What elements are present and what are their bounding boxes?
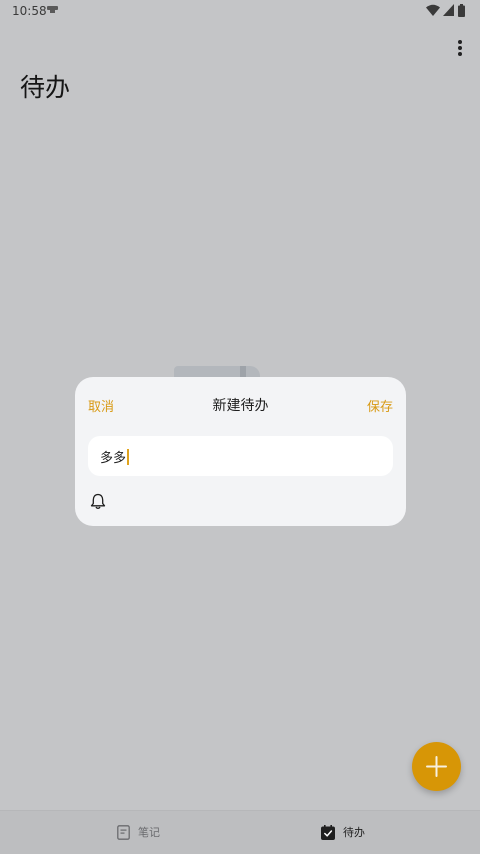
checkbox-icon: [321, 824, 335, 840]
bell-icon[interactable]: [90, 493, 106, 510]
signal-icon: [443, 4, 454, 16]
cancel-button[interactable]: 取消: [88, 396, 114, 415]
wifi-icon: [426, 4, 440, 16]
note-icon: [117, 824, 130, 840]
page-title: 待办: [20, 73, 71, 102]
menu-dot: [458, 52, 462, 56]
status-icons: [426, 4, 470, 17]
plus-icon: [426, 756, 447, 777]
dialog-title: 新建待办: [212, 398, 269, 414]
more-vert-icon[interactable]: [454, 38, 466, 58]
bottom-nav: 笔记 待办: [0, 810, 480, 854]
add-todo-button[interactable]: [412, 742, 461, 791]
status-bar: 10:58: [0, 0, 480, 22]
menu-dot: [458, 46, 462, 50]
tab-todo-label: 待办: [343, 826, 365, 839]
battery-icon: [458, 4, 465, 17]
todo-input[interactable]: 多多: [88, 436, 393, 476]
tab-notes[interactable]: 笔记: [117, 823, 160, 841]
text-caret: [127, 449, 129, 465]
save-button[interactable]: 保存: [367, 396, 393, 415]
tab-todo[interactable]: 待办: [321, 823, 365, 841]
status-time: 10:58: [12, 4, 47, 18]
tab-notes-label: 笔记: [138, 826, 160, 839]
notification-icon: [47, 6, 58, 13]
menu-dot: [458, 40, 462, 44]
todo-input-text: 多多: [100, 451, 127, 466]
new-todo-dialog: 新建待办 取消 保存 多多: [75, 377, 406, 526]
